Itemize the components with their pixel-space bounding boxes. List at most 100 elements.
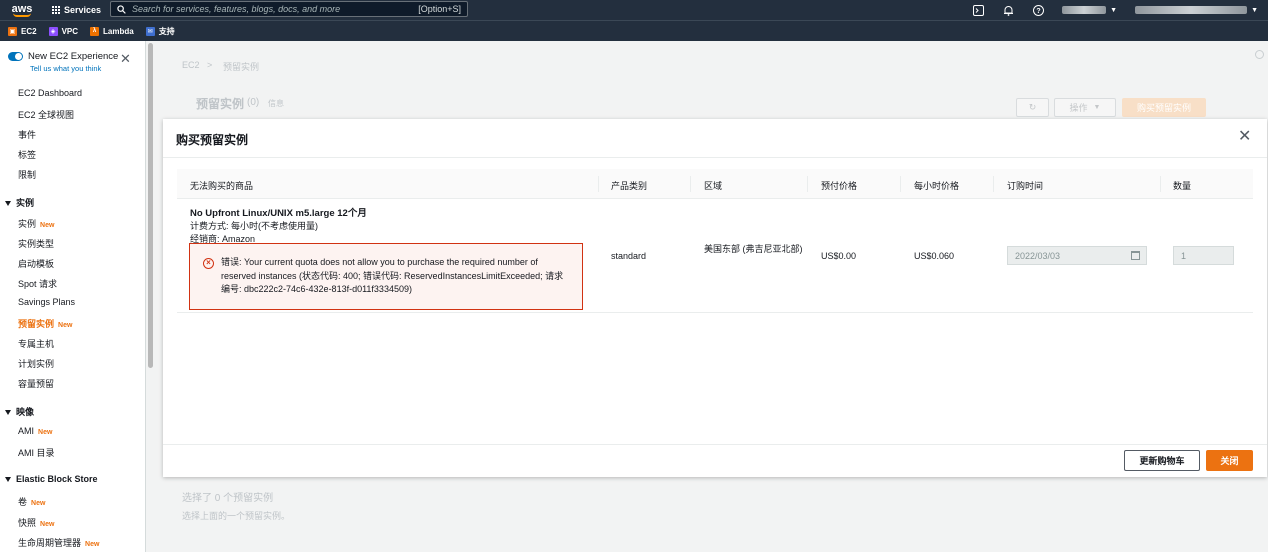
sidebar-section-images[interactable]: 映像 [5, 405, 34, 418]
cloudshell-icon[interactable] [972, 4, 984, 16]
favorite-ec2[interactable]: ▣ EC2 [8, 26, 37, 36]
new-badge: New [38, 429, 53, 436]
breadcrumb-separator: > [207, 60, 213, 70]
new-badge: New [40, 222, 55, 229]
breadcrumb-current: 预留实例 [223, 62, 260, 72]
new-experience-toggle[interactable] [8, 52, 23, 61]
sidebar-item-instance-types[interactable]: 实例类型 [18, 237, 54, 250]
account-menu[interactable]: ▼ [1062, 6, 1117, 14]
feedback-link[interactable]: Tell us what you think [30, 64, 101, 73]
billing-method: 计费方式: 每小时(不考虑使用量) [190, 221, 318, 231]
breadcrumb-root[interactable]: EC2 [182, 60, 200, 70]
error-icon: × [203, 258, 214, 269]
sidebar-item-reserved-instances[interactable]: 预留实例 New [18, 317, 72, 330]
svg-text:?: ? [1036, 8, 1040, 15]
scrollbar-thumb[interactable] [148, 43, 153, 368]
refresh-icon: ↻ [1028, 102, 1037, 112]
favorite-vpc[interactable]: ◈ VPC [48, 26, 78, 36]
update-cart-button[interactable]: 更新购物车 [1124, 450, 1200, 471]
sidebar-item-savings-plans[interactable]: Savings Plans [18, 297, 75, 307]
actions-button[interactable]: 操作 ▼ [1054, 98, 1116, 117]
column-header-hourly-price: 每小时价格 [914, 181, 960, 191]
column-header-quantity: 数量 [1173, 181, 1192, 191]
sidebar-item-volumes[interactable]: 卷 New [18, 495, 45, 508]
column-header-upfront-price: 预付价格 [821, 181, 858, 191]
column-header-region: 区域 [704, 181, 723, 191]
new-badge: New [31, 500, 46, 507]
help-icon[interactable]: ? [1032, 4, 1044, 16]
lambda-icon: λ [90, 26, 100, 36]
sidebar-item-launch-templates[interactable]: 启动模板 [18, 257, 54, 270]
region-name-redacted [1135, 6, 1248, 14]
sidebar-section-instances[interactable]: 实例 [5, 196, 34, 209]
favorites-bar: ▣ EC2 ◈ VPC λ Lambda ✉ 支持 [0, 20, 1268, 41]
refresh-button[interactable]: ↻ [1016, 98, 1049, 117]
caret-down-icon: ▼ [1093, 104, 1101, 111]
sidebar-item-scheduled-instances[interactable]: 计划实例 [18, 357, 54, 370]
column-header-term: 订购时间 [1007, 181, 1044, 191]
calendar-icon[interactable] [1131, 251, 1140, 260]
table-row: No Upfront Linux/UNIX m5.large 12个月 计费方式… [177, 199, 1253, 313]
caret-down-icon: ▼ [1110, 6, 1118, 14]
sidebar-item-instances[interactable]: 实例 New [18, 217, 54, 230]
sidebar-item-snapshots[interactable]: 快照 New [18, 516, 54, 529]
sidebar-item-capacity-reservations[interactable]: 容量预留 [18, 377, 54, 390]
product-name: No Upfront Linux/UNIX m5.large 12个月 [190, 208, 367, 219]
search-input[interactable]: Search for services, features, blogs, do… [110, 1, 468, 17]
page-count: (0) [247, 97, 260, 108]
sidebar-item-limits[interactable]: 限制 [18, 168, 36, 181]
favorite-support[interactable]: ✉ 支持 [145, 26, 175, 37]
purchase-reserved-instances-button[interactable]: 购买预留实例 [1122, 98, 1206, 117]
quantity-input[interactable]: 1 [1173, 246, 1234, 265]
new-badge: New [58, 322, 73, 329]
page-title: 预留实例 [196, 97, 245, 111]
sidebar-item-ami[interactable]: AMI New [18, 426, 52, 436]
sidebar-scrollbar[interactable] [147, 41, 155, 552]
sidebar-item-events[interactable]: 事件 [18, 128, 36, 141]
sidebar-section-ebs[interactable]: Elastic Block Store [5, 474, 98, 484]
sidebar-item-dashboard[interactable]: EC2 Dashboard [18, 88, 82, 98]
info-link[interactable]: 信息 [268, 98, 284, 109]
dialog-footer-divider [163, 444, 1267, 445]
sidebar: New EC2 Experience Tell us what you thin… [0, 41, 146, 552]
selection-hint: 选择上面的一个预留实例。 [182, 511, 291, 521]
sidebar-item-dedicated-hosts[interactable]: 专属主机 [18, 337, 54, 350]
column-header-category: 产品类别 [611, 181, 648, 191]
selection-status: 选择了 0 个预留实例 [182, 493, 274, 504]
error-alert: × 错误: Your current quota does not allow … [189, 243, 583, 310]
dialog-title: 购买预留实例 [176, 133, 249, 147]
support-icon: ✉ [145, 26, 155, 36]
column-header-product: 无法购买的商品 [190, 181, 254, 191]
close-icon[interactable]: ✕ [1238, 129, 1251, 145]
upfront-price: US$0.00 [821, 251, 857, 261]
hourly-price: US$0.060 [914, 251, 955, 261]
close-button[interactable]: 关闭 [1206, 450, 1253, 471]
sidebar-item-ami-catalog[interactable]: AMI 目录 [18, 446, 55, 459]
purchase-reserved-instances-dialog: 购买预留实例 ✕ 无法购买的商品 产品类别 区域 预付价格 每小时价格 订购时间… [163, 119, 1267, 477]
aws-logo[interactable]: aws [4, 0, 40, 20]
services-menu-button[interactable]: Services [52, 5, 101, 15]
ec2-icon: ▣ [8, 26, 17, 36]
close-icon[interactable]: ✕ [120, 52, 131, 65]
info-icon[interactable] [1255, 50, 1264, 59]
vpc-icon: ◈ [48, 26, 58, 36]
favorite-lambda[interactable]: λ Lambda [90, 26, 134, 36]
top-navigation: aws Services Search for services, featur… [0, 0, 1268, 20]
sidebar-item-lifecycle-manager[interactable]: 生命周期管理器 New [18, 536, 99, 549]
product-category: standard [611, 251, 647, 261]
dialog-header: 购买预留实例 ✕ [163, 119, 1267, 158]
account-name-redacted [1062, 6, 1107, 14]
sidebar-item-spot-requests[interactable]: Spot 请求 [18, 277, 57, 290]
notifications-bell-icon[interactable] [1002, 4, 1014, 16]
new-badge: New [85, 541, 100, 548]
region-menu[interactable]: ▼ [1135, 6, 1258, 14]
caret-down-icon: ▼ [1251, 6, 1258, 14]
new-badge: New [40, 521, 55, 528]
search-icon [117, 4, 126, 14]
region: 美国东部 (弗吉尼亚北部) [704, 244, 803, 254]
order-date-input[interactable]: 2022/03/03 [1007, 246, 1147, 265]
sidebar-item-tags[interactable]: 标签 [18, 148, 36, 161]
error-message: 错误: Your current quota does not allow yo… [221, 257, 564, 294]
new-experience-banner: New EC2 Experience Tell us what you thin… [0, 41, 145, 77]
sidebar-item-global-view[interactable]: EC2 全球视图 [18, 108, 74, 121]
